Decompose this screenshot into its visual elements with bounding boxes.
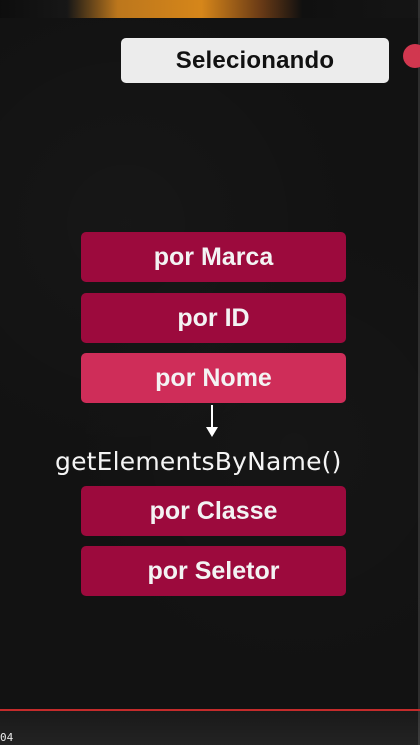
title-pill: Selecionando <box>121 38 389 83</box>
bottom-player-bar <box>0 711 420 745</box>
por-seletor-button[interactable]: por Seletor <box>81 546 346 596</box>
top-color-strip <box>0 0 420 18</box>
por-classe-button[interactable]: por Classe <box>81 486 346 536</box>
por-seletor-label: por Seletor <box>147 556 280 585</box>
page-title: Selecionando <box>175 46 335 74</box>
por-classe-label: por Classe <box>149 496 278 525</box>
down-arrow-icon <box>206 405 218 437</box>
method-label: getElementsByName() <box>55 447 342 476</box>
por-id-button[interactable]: por ID <box>81 293 346 343</box>
video-frame: Selecionando por Marca por ID por Nome g… <box>0 0 420 745</box>
por-id-label: por ID <box>177 303 250 332</box>
red-dot-icon <box>403 44 420 68</box>
por-marca-button[interactable]: por Marca <box>81 232 346 282</box>
por-nome-button[interactable]: por Nome <box>81 353 346 403</box>
time-display: 04 <box>0 731 14 744</box>
por-marca-label: por Marca <box>153 242 274 271</box>
por-nome-label: por Nome <box>155 363 272 392</box>
